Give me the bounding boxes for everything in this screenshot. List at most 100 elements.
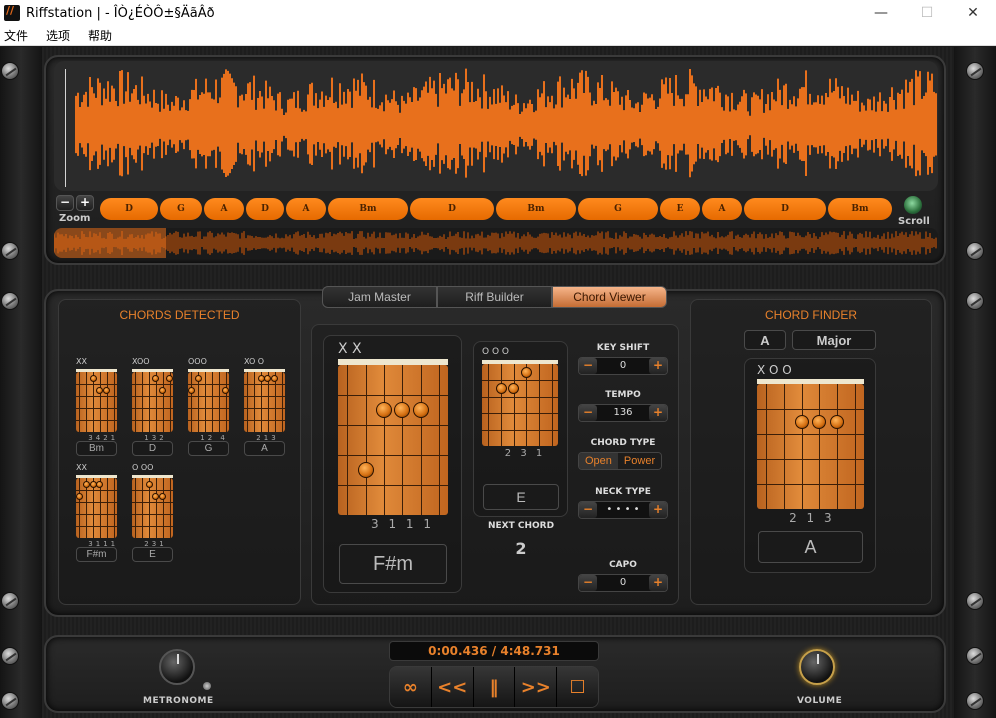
fret-wire <box>132 490 173 491</box>
string-marks: X X <box>338 341 362 357</box>
screw-icon <box>966 692 984 710</box>
chord-timeline-pill[interactable]: Bm <box>328 198 408 220</box>
finger-dot <box>271 374 279 382</box>
tempo-minus-button[interactable]: − <box>579 405 597 421</box>
menu-help[interactable]: 帮助 <box>84 27 118 44</box>
chord-timeline-pill[interactable]: A <box>286 198 326 220</box>
waveform-graphic <box>75 68 937 178</box>
zoom-in-button[interactable]: + <box>76 195 94 211</box>
metronome-led-icon <box>203 682 211 690</box>
loop-button[interactable]: ∞ <box>390 667 432 707</box>
minimize-button[interactable]: — <box>858 0 904 26</box>
detected-chord-name[interactable]: G <box>188 441 229 456</box>
guitar-string <box>383 365 385 515</box>
guitar-string <box>501 364 502 446</box>
waveform-display[interactable] <box>54 61 938 191</box>
chord-timeline-pill[interactable]: G <box>578 198 658 220</box>
finger-dot <box>145 480 153 488</box>
fret-wire <box>188 408 229 409</box>
fret-wire <box>338 395 448 396</box>
chord-timeline-pill[interactable]: D <box>410 198 494 220</box>
capo-label: CAPO <box>609 560 637 570</box>
chord-timeline-pill[interactable]: D <box>100 198 158 220</box>
screw-icon <box>1 242 19 260</box>
overview-visible-range[interactable] <box>54 228 166 258</box>
capo-stepper: − 0 + <box>578 574 668 592</box>
guitar-string <box>254 372 256 432</box>
chord-finder-quality-select[interactable]: Major <box>792 330 876 350</box>
guitar-string <box>211 372 213 432</box>
chord-timeline-pill[interactable]: E <box>660 198 700 220</box>
guitar-string <box>106 478 108 538</box>
neck-type-label: NECK TYPE <box>595 487 651 497</box>
fret-wire <box>132 408 173 409</box>
capo-minus-button[interactable]: − <box>579 575 597 591</box>
detected-chord-name[interactable]: F#m <box>76 547 117 562</box>
tab-riff-builder[interactable]: Riff Builder <box>437 286 552 308</box>
chord-diagram: OOO 12 4 <box>187 357 230 447</box>
capo-plus-button[interactable]: + <box>649 575 667 591</box>
chord-timeline-pill[interactable]: Bm <box>828 198 892 220</box>
neck-type-plus-button[interactable]: + <box>649 502 667 518</box>
chord-timeline-pill[interactable]: D <box>744 198 826 220</box>
overview-waveform[interactable] <box>54 228 938 258</box>
fret-wire <box>132 514 173 515</box>
chord-timeline-pill[interactable]: D <box>246 198 284 220</box>
chord-timeline-pill[interactable]: A <box>204 198 244 220</box>
metronome-label: METRONOME <box>143 696 214 706</box>
detected-chord-name[interactable]: A <box>244 441 285 456</box>
guitar-string <box>205 372 207 432</box>
close-button[interactable]: ✕ <box>950 0 996 26</box>
chord-timeline-pill[interactable]: Bm <box>496 198 576 220</box>
fret-wire <box>188 384 229 385</box>
key-shift-minus-button[interactable]: − <box>579 358 597 374</box>
volume-knob[interactable] <box>799 649 835 685</box>
detected-chord-name[interactable]: Bm <box>76 441 117 456</box>
guitar-string <box>551 364 553 446</box>
maximize-button[interactable]: ☐ <box>904 0 950 26</box>
next-chord-count: 2 <box>515 539 527 558</box>
zoom-label: Zoom <box>59 213 91 224</box>
tab-jam-master[interactable]: Jam Master <box>322 286 437 308</box>
detected-chord-name[interactable]: E <box>132 547 173 562</box>
guitar-string <box>155 478 157 538</box>
pause-button[interactable]: ‖ <box>473 667 516 707</box>
screw-icon <box>966 647 984 665</box>
chord-timeline-pill[interactable]: G <box>160 198 202 220</box>
finger-dot <box>812 414 827 429</box>
fret-wire <box>244 408 285 409</box>
guitar-string <box>247 372 249 432</box>
key-shift-plus-button[interactable]: + <box>649 358 667 374</box>
right-rail <box>954 47 996 718</box>
menu-options[interactable]: 选项 <box>42 27 76 44</box>
chord-finder-root-select[interactable]: A <box>744 330 786 350</box>
scroll-toggle-button[interactable] <box>903 195 923 215</box>
fretboard <box>757 384 864 509</box>
screw-icon <box>1 692 19 710</box>
chord-timeline-pill[interactable]: A <box>702 198 742 220</box>
zoom-out-button[interactable]: − <box>56 195 74 211</box>
chord-diagram: X X 3 1 1 1 <box>338 341 448 531</box>
stop-button[interactable]: ☐ <box>557 667 598 707</box>
playhead[interactable] <box>65 69 66 187</box>
chord-type-power-button[interactable]: Power <box>617 453 662 469</box>
finger-dot <box>508 383 520 395</box>
tab-chord-viewer[interactable]: Chord Viewer <box>552 286 667 308</box>
chord-type-open-button[interactable]: Open <box>579 453 618 469</box>
overview-path <box>54 231 937 255</box>
guitar-string <box>191 372 193 432</box>
rewind-button[interactable]: << <box>431 667 474 707</box>
tempo-plus-button[interactable]: + <box>649 405 667 421</box>
fret-wire <box>132 526 173 527</box>
fast-forward-button[interactable]: >> <box>515 667 558 707</box>
guitar-string <box>79 478 81 538</box>
finger-dot <box>103 386 111 394</box>
metronome-knob[interactable] <box>159 649 195 685</box>
detected-chord-name[interactable]: D <box>132 441 173 456</box>
menu-file[interactable]: 文件 <box>0 27 34 44</box>
fret-wire <box>76 384 117 385</box>
neck-type-value: • • • • <box>606 504 640 515</box>
screw-icon <box>966 62 984 80</box>
scroll-control: Scroll <box>898 195 930 227</box>
neck-type-minus-button[interactable]: − <box>579 502 597 518</box>
